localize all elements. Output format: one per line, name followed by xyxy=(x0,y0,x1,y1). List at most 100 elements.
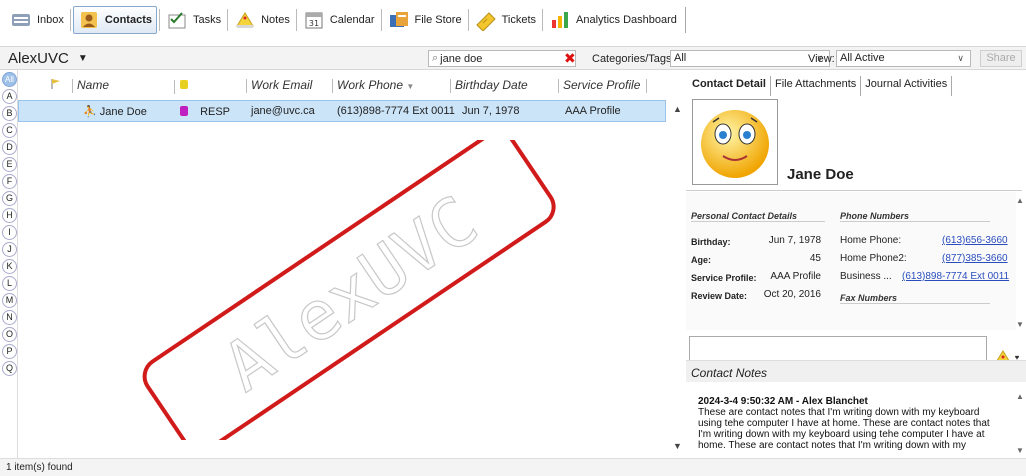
birthday-cell: Jun 7, 1978 xyxy=(462,105,520,117)
search-input[interactable]: ⌕ jane doe xyxy=(428,50,576,67)
scroll-up-arrow-icon[interactable]: ▲ xyxy=(1016,392,1026,401)
toolbar-notes-label: Notes xyxy=(261,14,290,26)
home-phone-link[interactable]: (613)656-3660 xyxy=(942,235,1008,246)
business-phone-label: Business ... xyxy=(840,271,892,282)
toolbar-analytics[interactable]: Analytics Dashboard xyxy=(545,6,681,34)
alpha-e-button[interactable]: E xyxy=(2,157,17,172)
scroll-down-arrow-icon[interactable]: ▼ xyxy=(1016,320,1026,329)
flag-column-icon[interactable] xyxy=(50,78,62,93)
toolbar-notes[interactable]: Notes xyxy=(230,6,294,34)
toolbar-separator xyxy=(467,9,469,31)
watermark-stamp: AlexUVC xyxy=(142,140,556,440)
alpha-p-button[interactable]: P xyxy=(2,344,17,359)
toolbar-tickets[interactable]: Tickets xyxy=(471,6,540,34)
home-phone2-link[interactable]: (877)385-3660 xyxy=(942,253,1008,264)
alpha-all-button[interactable]: All xyxy=(2,72,17,87)
toolbar-contacts[interactable]: Contacts xyxy=(72,6,157,34)
alpha-d-button[interactable]: D xyxy=(2,140,17,155)
clear-search-icon[interactable]: ✖ xyxy=(564,50,576,67)
search-value: jane doe xyxy=(440,52,483,65)
alpha-l-button[interactable]: L xyxy=(2,276,17,291)
review-date-value: Oct 20, 2016 xyxy=(763,289,821,300)
column-header-name[interactable]: Name xyxy=(72,78,109,93)
categories-label: Categories/Tags: xyxy=(592,53,675,65)
share-button[interactable]: Share xyxy=(980,50,1022,67)
alpha-o-button[interactable]: O xyxy=(2,327,17,342)
alpha-h-button[interactable]: H xyxy=(2,208,17,223)
scroll-up-arrow-icon[interactable]: ▲ xyxy=(673,104,682,114)
service-profile-value: AAA Profile xyxy=(770,271,821,282)
categories-select[interactable]: All ∨ xyxy=(670,50,830,67)
toolbar-file-store-label: File Store xyxy=(414,14,462,26)
alpha-m-button[interactable]: M xyxy=(2,293,17,308)
business-phone-link[interactable]: (613)898-7774 Ext 0011 xyxy=(902,271,1009,282)
status-bar: 1 item(s) found xyxy=(0,458,1026,476)
alpha-n-button[interactable]: N xyxy=(2,310,17,325)
alpha-j-button[interactable]: J xyxy=(2,242,17,257)
sort-desc-icon: ▼ xyxy=(406,82,415,91)
alpha-b-button[interactable]: B xyxy=(2,106,17,121)
toolbar-file-store[interactable]: File Store xyxy=(384,6,466,34)
divider xyxy=(686,190,1022,191)
toolbar-separator xyxy=(69,9,71,31)
alpha-q-button[interactable]: Q xyxy=(2,361,17,376)
notes-icon xyxy=(234,9,256,31)
tab-file-attachments[interactable]: File Attachments xyxy=(771,76,862,96)
toolbar-calendar[interactable]: 31 Calendar xyxy=(299,6,379,34)
toolbar-end-separator xyxy=(684,7,686,33)
toolbar-inbox-label: Inbox xyxy=(37,14,64,26)
view-label: View: xyxy=(808,53,835,65)
user-name: AlexUVC xyxy=(8,50,69,67)
column-header-work-phone[interactable]: Work Phone ▼ xyxy=(332,78,414,93)
contact-details-section: Personal Contact Details Phone Numbers B… xyxy=(686,192,1016,330)
view-select[interactable]: All Active ∨ xyxy=(836,50,971,67)
detail-tabs: Contact Detail File Attachments Journal … xyxy=(688,76,953,96)
column-header-birthday[interactable]: Birthday Date xyxy=(450,78,528,93)
alpha-f-button[interactable]: F xyxy=(2,174,17,189)
alphabet-index: All A B C D E F G H I J K L M N O P Q xyxy=(0,70,18,458)
personal-details-title: Personal Contact Details xyxy=(691,211,825,222)
chevron-down-icon: ∨ xyxy=(957,53,964,63)
toolbar-tickets-label: Tickets xyxy=(501,14,537,26)
avatar[interactable] xyxy=(692,99,778,185)
person-icon: ⛹ xyxy=(83,106,97,118)
home-phone-label: Home Phone: xyxy=(840,235,902,246)
toolbar-separator xyxy=(542,9,544,31)
age-label: Age: xyxy=(691,255,711,265)
birthday-label: Birthday: xyxy=(691,237,731,247)
scroll-down-arrow-icon[interactable]: ▼ xyxy=(673,441,682,451)
note-title: 2024-3-4 9:50:32 AM - Alex Blanchet xyxy=(698,396,868,407)
alpha-g-button[interactable]: G xyxy=(2,191,17,206)
work-email-cell: jane@uvc.ca xyxy=(251,105,315,117)
toolbar-tasks[interactable]: Tasks xyxy=(162,6,225,34)
main-toolbar: Inbox Contacts Tasks Notes 31 Calendar F… xyxy=(6,4,686,36)
toolbar-inbox[interactable]: Inbox xyxy=(6,6,68,34)
note-text: These are contact notes that I'm writing… xyxy=(698,407,990,451)
contact-notes-body: 2024-3-4 9:50:32 AM - Alex Blanchet Thes… xyxy=(686,384,1016,458)
tag-cell: RESP xyxy=(179,105,230,118)
scroll-down-arrow-icon[interactable]: ▼ xyxy=(1016,446,1026,455)
tab-journal-activities[interactable]: Journal Activities xyxy=(861,76,953,96)
alpha-c-button[interactable]: C xyxy=(2,123,17,138)
scroll-up-arrow-icon[interactable]: ▲ xyxy=(1016,196,1026,205)
birthday-value: Jun 7, 1978 xyxy=(768,235,821,246)
column-header-work-email[interactable]: Work Email xyxy=(246,78,312,93)
tag-icon xyxy=(180,106,188,116)
phone-numbers-title: Phone Numbers xyxy=(840,211,990,222)
column-header-service-profile[interactable]: Service Profile xyxy=(558,78,651,93)
calendar-icon: 31 xyxy=(303,9,325,31)
table-row[interactable]: ⛹ Jane Doe RESP jane@uvc.ca (613)898-777… xyxy=(18,100,666,122)
toolbar-tasks-label: Tasks xyxy=(192,14,222,26)
toolbar-separator xyxy=(227,9,229,31)
tasks-icon xyxy=(166,9,188,31)
fax-numbers-title: Fax Numbers xyxy=(840,293,990,304)
toolbar-separator xyxy=(158,9,160,31)
search-icon: ⌕ xyxy=(432,52,439,64)
user-menu[interactable]: AlexUVC ▼ xyxy=(8,50,88,67)
view-value: All Active xyxy=(840,52,885,64)
tab-contact-detail[interactable]: Contact Detail xyxy=(688,76,771,96)
alpha-i-button[interactable]: I xyxy=(2,225,17,240)
tag-column-icon[interactable] xyxy=(174,78,189,94)
alpha-a-button[interactable]: A xyxy=(2,89,17,104)
alpha-k-button[interactable]: K xyxy=(2,259,17,274)
